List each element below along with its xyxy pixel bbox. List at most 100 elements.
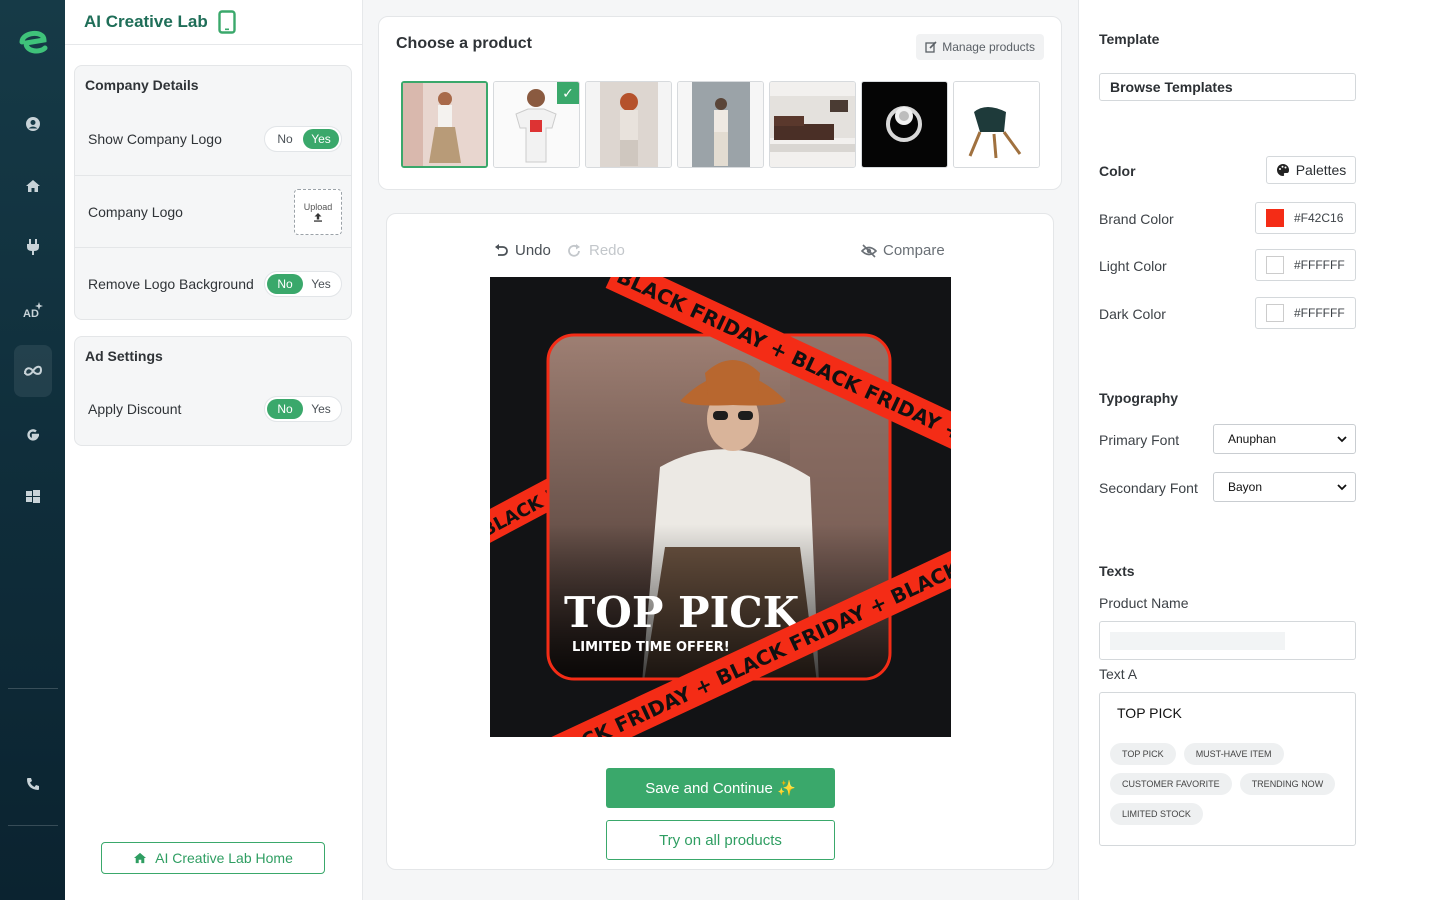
light-color-input[interactable]: #FFFFFF [1255, 249, 1356, 281]
undo-icon [495, 243, 508, 256]
nav-rail: AD [0, 0, 65, 900]
manage-products-button[interactable]: Manage products [916, 34, 1044, 60]
brand-color-input[interactable]: #F42C16 [1255, 202, 1356, 234]
show-logo-label: Show Company Logo [88, 130, 222, 147]
toggle-yes[interactable]: Yes [303, 128, 339, 149]
remove-bg-toggle[interactable]: No Yes [264, 270, 342, 297]
app-title: AI Creative Lab [84, 12, 208, 31]
logo-upload-button[interactable]: Upload [294, 188, 342, 235]
meta-icon[interactable] [14, 345, 52, 397]
home-icon [134, 852, 147, 864]
suggestion-chip[interactable]: CUSTOMER FAVORITE [1110, 773, 1232, 795]
palettes-button[interactable]: Palettes [1266, 156, 1356, 184]
text-a-label: Text A [1099, 666, 1138, 682]
ad-sparkle-icon[interactable]: AD [17, 294, 49, 326]
card-title: Company Details [85, 77, 199, 93]
remove-bg-label: Remove Logo Background [88, 275, 254, 292]
ad-settings-card: Ad Settings Apply Discount No Yes [74, 336, 352, 446]
undo-label: Undo [515, 242, 551, 259]
ad-creative: + BLACK FRIDAY TOP PICK LIMITED TIME OFF… [490, 277, 951, 737]
light-color-swatch[interactable] [1266, 256, 1284, 274]
card-title: Ad Settings [85, 348, 163, 364]
product-thumb-sofa[interactable] [769, 81, 856, 168]
product-thumb-woman-red-hair[interactable] [585, 81, 672, 168]
product-thumb-chair[interactable] [953, 81, 1040, 168]
product-thumbnails: ✓ [401, 81, 1040, 168]
product-name-input[interactable] [1099, 621, 1356, 660]
app-logo-icon[interactable] [14, 22, 52, 60]
product-thumb-ring[interactable] [861, 81, 948, 168]
text-suggestions: TOP PICK MUST-HAVE ITEM CUSTOMER FAVORIT… [1110, 743, 1350, 825]
try-all-products-button[interactable]: Try on all products [606, 820, 835, 860]
save-continue-button[interactable]: Save and Continue ✨ [606, 768, 835, 808]
dark-color-hex: #FFFFFF [1294, 306, 1345, 320]
windows-icon[interactable] [17, 481, 49, 513]
brand-color-label: Brand Color [1099, 211, 1174, 227]
product-picker: Choose a product Manage products ✓ [378, 16, 1062, 190]
dark-color-swatch[interactable] [1266, 304, 1284, 322]
secondary-font-select[interactable]: Bayon [1213, 472, 1356, 502]
ad-preview-canvas[interactable]: + BLACK FRIDAY TOP PICK LIMITED TIME OFF… [490, 277, 951, 737]
company-details-card: Company Details Show Company Logo No Yes… [74, 65, 352, 320]
ad-headline[interactable]: TOP PICK [564, 588, 801, 637]
toggle-yes[interactable]: Yes [303, 274, 339, 294]
dark-color-input[interactable]: #FFFFFF [1255, 297, 1356, 329]
rail-divider [8, 688, 58, 689]
text-a-input[interactable]: TOP PICK TOP PICK MUST-HAVE ITEM CUSTOME… [1099, 692, 1356, 846]
user-icon[interactable] [17, 108, 49, 140]
panel-header: AI Creative Lab [65, 0, 362, 45]
home-icon[interactable] [17, 170, 49, 202]
redo-label: Redo [589, 242, 625, 259]
toggle-no[interactable]: No [267, 273, 303, 294]
secondary-font-label: Secondary Font [1099, 480, 1198, 496]
primary-font-label: Primary Font [1099, 432, 1180, 448]
undo-button[interactable]: Undo [493, 242, 551, 259]
chevron-down-icon [1337, 435, 1347, 442]
brand-color-swatch[interactable] [1266, 209, 1284, 227]
settings-panel: AI Creative Lab Company Details Show Com… [65, 0, 363, 900]
compare-button[interactable]: Compare [861, 242, 945, 259]
light-color-label: Light Color [1099, 258, 1167, 274]
product-thumb-woman-pose[interactable] [677, 81, 764, 168]
suggestion-chip[interactable]: LIMITED STOCK [1110, 803, 1203, 825]
edit-icon [925, 41, 937, 53]
toggle-yes[interactable]: Yes [303, 399, 339, 419]
product-thumb-man-tshirt[interactable]: ✓ [493, 81, 580, 168]
home-button-label: AI Creative Lab Home [155, 850, 293, 866]
tablet-icon[interactable] [218, 10, 236, 34]
suggestion-chip[interactable]: TRENDING NOW [1239, 773, 1336, 795]
style-panel: Template Browse Templates Color Palettes… [1078, 0, 1450, 900]
google-icon[interactable] [17, 419, 49, 451]
phone-icon[interactable] [17, 768, 49, 800]
ad-subline[interactable]: LIMITED TIME OFFER! [572, 640, 730, 655]
template-heading: Template [1099, 31, 1160, 47]
suggestion-chip[interactable]: TOP PICK [1110, 743, 1176, 765]
toggle-no[interactable]: No [267, 399, 303, 419]
product-thumb-woman-skirt[interactable] [401, 81, 488, 168]
show-logo-toggle[interactable]: No Yes [264, 125, 342, 152]
upload-icon [314, 212, 322, 222]
text-a-value[interactable]: TOP PICK [1117, 705, 1182, 721]
apply-discount-label: Apply Discount [88, 401, 182, 417]
palettes-label: Palettes [1295, 162, 1347, 178]
apply-discount-row: Apply Discount No Yes [75, 373, 351, 445]
color-heading: Color [1099, 163, 1136, 179]
light-color-hex: #FFFFFF [1294, 258, 1345, 272]
company-logo-label: Company Logo [88, 203, 183, 220]
primary-font-select[interactable]: Anuphan [1213, 424, 1356, 454]
apply-discount-toggle[interactable]: No Yes [264, 396, 342, 422]
redo-button[interactable]: Redo [567, 242, 625, 259]
suggestion-chip[interactable]: MUST-HAVE ITEM [1183, 743, 1284, 765]
manage-products-label: Manage products [942, 40, 1035, 54]
brand-color-hex: #F42C16 [1294, 211, 1344, 225]
browse-templates-button[interactable]: Browse Templates [1099, 73, 1356, 101]
redo-icon [568, 243, 580, 257]
product-name-label: Product Name [1099, 595, 1189, 611]
primary-font-value: Anuphan [1228, 432, 1277, 446]
rail-divider [8, 825, 58, 826]
toggle-no[interactable]: No [267, 129, 303, 149]
creative-lab-home-button[interactable]: AI Creative Lab Home [101, 842, 325, 874]
plug-icon[interactable] [17, 231, 49, 263]
compare-label: Compare [883, 242, 945, 259]
upload-label: Upload [303, 201, 333, 212]
